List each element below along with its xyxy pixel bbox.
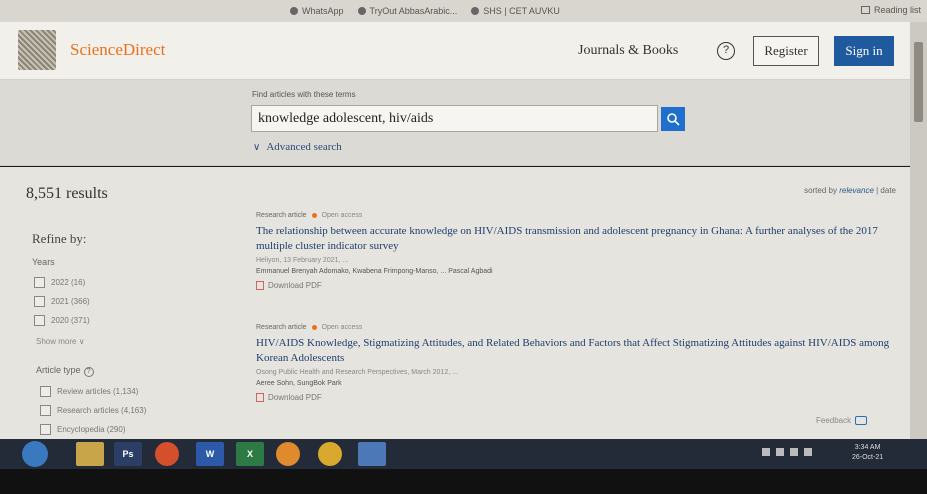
sign-in-button[interactable]: Sign in [834, 36, 894, 66]
info-icon[interactable]: ? [83, 367, 94, 377]
bookmark-item[interactable]: SHS | CET AUVKU [471, 6, 560, 16]
search-label: Find articles with these terms [252, 90, 356, 99]
result-source[interactable]: Osong Public Health and Research Perspec… [256, 369, 896, 376]
sort-relevance-link[interactable]: relevance [839, 186, 874, 195]
chevron-down-icon: ∨ [253, 141, 261, 153]
years-facet-heading: Years [32, 257, 55, 267]
advanced-search-link[interactable]: ∨ Advanced search [253, 141, 342, 153]
sort-options: sorted by relevance | date [804, 186, 896, 195]
results-area: 8,551 results sorted by relevance | date… [0, 167, 910, 439]
pdf-icon [256, 393, 264, 402]
article-type-tag: Research article Open access [256, 212, 363, 219]
result-authors: Aeree Sohn, SungBok Park [256, 380, 342, 387]
brand-logo-text[interactable]: ScienceDirect [70, 40, 165, 60]
app-icon[interactable] [358, 442, 386, 466]
results-count: 8,551 results [26, 185, 108, 202]
checkbox[interactable] [34, 315, 45, 326]
elsevier-logo[interactable] [18, 30, 56, 70]
chrome-icon[interactable] [318, 442, 342, 466]
bookmark-icon [471, 7, 480, 15]
result-title-link[interactable]: HIV/AIDS Knowledge, Stigmatizing Attitud… [256, 336, 896, 366]
show-more-link[interactable]: Show more ∨ [36, 337, 85, 346]
firefox-icon[interactable] [276, 442, 300, 466]
result-item: Research article Open access The relation… [256, 212, 896, 290]
scrollbar-thumb[interactable] [914, 42, 923, 122]
download-pdf-link[interactable]: Download PDF [256, 281, 896, 290]
search-icon [667, 113, 680, 126]
open-access-icon [311, 325, 317, 330]
year-filter-checkbox[interactable]: 2022 (16) [34, 277, 85, 288]
excel-icon[interactable]: X [236, 442, 264, 466]
year-filter-checkbox[interactable]: 2021 (366) [34, 296, 90, 307]
network-icon[interactable] [776, 448, 784, 456]
result-source[interactable]: Heliyon, 13 February 2021, ... [256, 257, 896, 264]
sort-date-link[interactable]: date [880, 186, 896, 195]
reading-list-button[interactable]: Reading list [860, 5, 921, 15]
photoshop-icon[interactable]: Ps [114, 442, 142, 466]
search-button[interactable] [661, 107, 685, 131]
folder-icon[interactable] [76, 442, 104, 466]
bookmark-item[interactable]: TryOut AbbasArabic... [357, 6, 457, 16]
article-type-checkbox[interactable]: Review articles (1,134) [40, 386, 138, 397]
register-button[interactable]: Register [753, 36, 819, 66]
windows-taskbar: Ps W X 3:34 AM 26-Oct-21 [0, 439, 927, 469]
result-item: Research article Open access HIV/AIDS Kno… [256, 324, 896, 402]
system-clock[interactable]: 3:34 AM 26-Oct-21 [852, 443, 883, 463]
bookmark-item[interactable]: WhatsApp [290, 6, 344, 16]
checkbox[interactable] [34, 277, 45, 288]
chevron-down-icon: ∨ [78, 337, 85, 346]
system-tray [762, 448, 812, 456]
flag-icon[interactable] [762, 448, 770, 456]
article-type-checkbox[interactable]: Encyclopedia (290) [40, 424, 125, 435]
result-title-link[interactable]: The relationship between accurate knowle… [256, 224, 896, 254]
word-icon[interactable]: W [196, 442, 224, 466]
chat-icon [855, 416, 868, 425]
bookmarks-bar: WhatsApp TryOut AbbasArabic... SHS | CET… [0, 0, 927, 22]
refine-heading: Refine by: [32, 231, 87, 246]
checkbox[interactable] [40, 424, 51, 435]
checkbox[interactable] [40, 386, 51, 397]
site-header: ScienceDirect Journals & Books ? Registe… [0, 22, 910, 80]
journals-books-link[interactable]: Journals & Books [578, 43, 678, 59]
year-filter-checkbox[interactable]: 2020 (371) [34, 315, 90, 326]
article-type-tag: Research article Open access [256, 324, 363, 331]
help-icon[interactable]: ? [717, 42, 735, 60]
article-type-facet-heading: Article type? [36, 365, 94, 377]
bookmark-icon [357, 7, 366, 15]
whatsapp-icon [290, 7, 298, 15]
checkbox[interactable] [34, 296, 45, 307]
download-pdf-link[interactable]: Download PDF [256, 393, 896, 402]
checkbox[interactable] [40, 405, 51, 416]
opera-icon[interactable] [155, 442, 179, 466]
windows-start-icon[interactable] [22, 441, 48, 467]
article-type-checkbox[interactable]: Research articles (4,163) [40, 405, 146, 416]
search-input[interactable]: knowledge adolescent, hiv/aids [251, 105, 658, 132]
result-authors: Emmanuel Brenyah Adomako, Kwabena Frimpo… [256, 268, 493, 275]
screen-bezel [0, 469, 927, 494]
pdf-icon [256, 281, 264, 290]
feedback-button[interactable]: Feedback [816, 416, 868, 425]
page-scrollbar[interactable] [910, 22, 927, 439]
reading-list-icon [860, 6, 870, 14]
search-panel: Find articles with these terms knowledge… [0, 80, 910, 166]
signal-icon[interactable] [790, 448, 798, 456]
volume-icon[interactable] [804, 448, 812, 456]
open-access-icon [311, 213, 317, 218]
